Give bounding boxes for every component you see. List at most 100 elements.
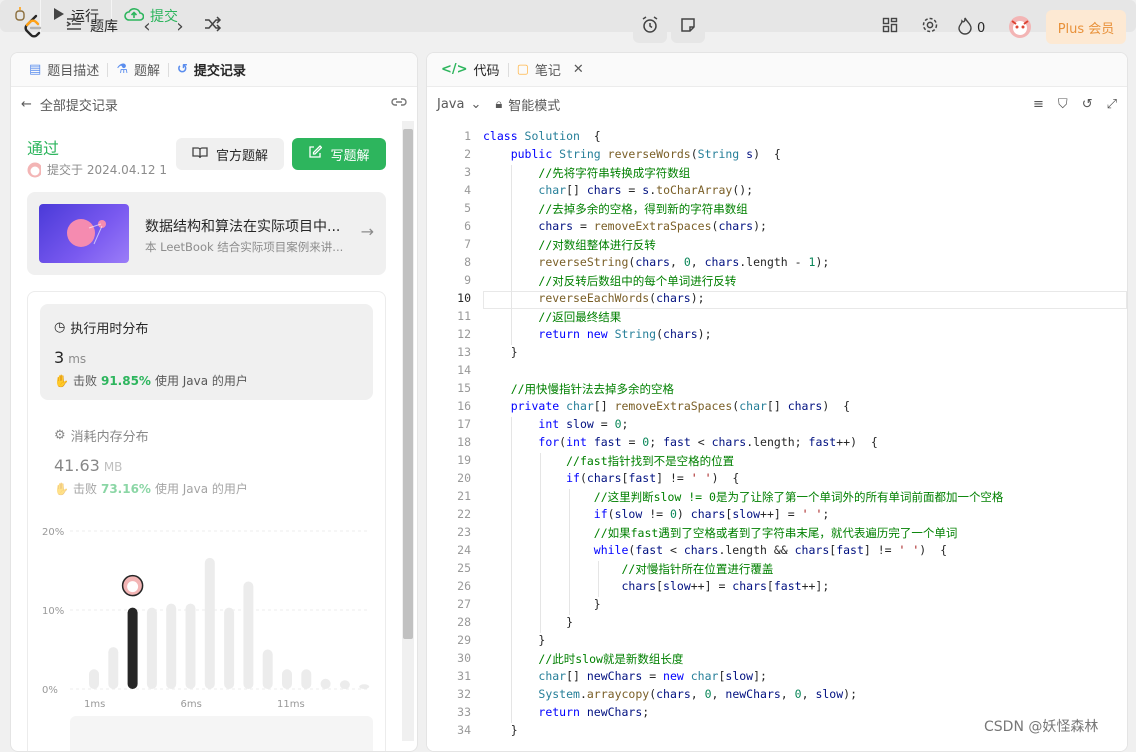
- leetbook-card[interactable]: 数据结构和算法在实际项目中... 本 LeetBook 结合实际项目案例来讲..…: [27, 192, 386, 275]
- language-value: Java: [437, 96, 465, 112]
- right-panel: </> 代码 ▢ 笔记 ✕ Java ⌄ 🔒︎ 智能模式 ≡ ⛉ ↺ ⤢ 1 class S…: [426, 52, 1128, 752]
- code-token: slow: [815, 687, 844, 701]
- reset-icon[interactable]: ↺: [1082, 97, 1093, 112]
- code-token: char: [538, 183, 567, 197]
- chip-icon: ⚙: [54, 428, 66, 443]
- chart-bar: [108, 647, 119, 689]
- back-to-all-submissions[interactable]: ← 全部提交记录: [21, 95, 118, 114]
- tab-code[interactable]: </> 代码: [433, 60, 508, 79]
- code-token: ;: [642, 705, 650, 719]
- runtime-distribution-chart[interactable]: 20% 10% 0% 1ms 6ms 11ms: [32, 514, 372, 744]
- link-icon[interactable]: [391, 96, 407, 112]
- left-tabs: ▤ 题目描述 ⚗ 题解 ↺ 提交记录: [11, 53, 417, 87]
- code-token: );: [697, 327, 712, 341]
- tab-submissions-label: 提交记录: [193, 64, 246, 79]
- runtime-box[interactable]: ◷ 执行用时分布 3 ms ✋ 击败 91.85% 使用 Java 的用户: [40, 304, 373, 400]
- prev-problem-button[interactable]: ‹: [135, 14, 159, 38]
- official-solution-button[interactable]: 官方题解: [176, 138, 284, 170]
- tab-solutions[interactable]: ⚗ 题解: [108, 60, 168, 79]
- submissions-header: ← 全部提交记录: [11, 87, 417, 121]
- code-token: }: [483, 615, 574, 629]
- code-token: slow: [614, 507, 643, 521]
- right-tabs: </> 代码 ▢ 笔记 ✕: [427, 53, 1127, 87]
- line-number: 5: [464, 201, 471, 215]
- code-token: ;: [621, 417, 629, 431]
- note-button[interactable]: [671, 11, 705, 43]
- close-icon[interactable]: ✕: [573, 62, 584, 77]
- code-token: if: [593, 507, 608, 521]
- leetcode-logo[interactable]: [22, 14, 44, 38]
- line-number: 28: [457, 615, 471, 629]
- history-icon: ↺: [176, 62, 188, 77]
- code-token: chars: [663, 327, 698, 341]
- code-line: }: [483, 597, 601, 611]
- timer-button[interactable]: [633, 11, 667, 43]
- problem-bank-button[interactable]: 题库: [66, 16, 118, 36]
- format-icon[interactable]: ≡: [1033, 97, 1044, 112]
- code-token: newChars: [586, 669, 643, 683]
- bookmark-icon[interactable]: ⛉: [1058, 97, 1068, 112]
- language-select[interactable]: Java ⌄: [437, 97, 481, 112]
- fire-icon: [958, 17, 972, 39]
- next-problem-button[interactable]: ›: [168, 14, 192, 38]
- plus-member-button[interactable]: Plus 会员: [1046, 10, 1126, 44]
- memory-beat-percent: 73.16%: [100, 481, 151, 496]
- streak-counter[interactable]: 0: [958, 17, 985, 39]
- code-token: []: [766, 399, 788, 413]
- code-line: chars = removeExtraSpaces(chars);: [483, 219, 767, 233]
- settings-button[interactable]: [919, 16, 941, 38]
- code-token: for: [538, 435, 560, 449]
- code-line: chars[slow++] = chars[fast++];: [483, 579, 829, 593]
- left-scrollbar[interactable]: [402, 121, 414, 741]
- code-token: ,: [690, 687, 705, 701]
- fullscreen-icon[interactable]: ⤢: [1107, 97, 1117, 112]
- code-token: //对反转后数组中的每个单词进行反转: [538, 274, 737, 288]
- code-token: ;: [822, 507, 830, 521]
- code-token: {: [579, 129, 601, 143]
- code-token: ): [676, 507, 691, 521]
- random-problem-button[interactable]: [201, 14, 225, 38]
- streak-count: 0: [977, 20, 986, 36]
- problem-bank-label: 题库: [90, 19, 118, 35]
- tab-description[interactable]: ▤ 题目描述: [21, 60, 107, 79]
- official-solution-label: 官方题解: [215, 148, 268, 164]
- left-panel: ▤ 题目描述 ⚗ 题解 ↺ 提交记录 ← 全部提交记录 通过 提交于 2024.04.…: [10, 52, 418, 752]
- code-token: new: [663, 669, 691, 683]
- tab-submissions[interactable]: ↺ 提交记录: [169, 60, 254, 79]
- code-token: arraycopy: [586, 687, 650, 701]
- line-number: 18: [457, 435, 471, 449]
- code-line: //对反转后数组中的每个单词进行反转: [483, 273, 736, 289]
- line-number: 21: [457, 489, 471, 503]
- layout-button[interactable]: [879, 16, 901, 38]
- code-token: 0: [683, 255, 691, 269]
- code-line: }: [483, 345, 518, 359]
- user-avatar[interactable]: [1008, 15, 1032, 39]
- write-solution-button[interactable]: 写题解: [292, 138, 386, 170]
- code-token: System: [538, 687, 580, 701]
- code-token: if: [566, 471, 580, 485]
- code-token: chars: [711, 435, 747, 449]
- code-line: //去掉多余的空格，得到新的字符串数组: [483, 201, 747, 217]
- code-token: .length &&: [718, 543, 795, 557]
- chart-bar: [301, 669, 312, 689]
- code-line: if(chars[fast] != ' ') {: [483, 471, 739, 485]
- code-token: }: [483, 723, 518, 737]
- smart-mode-toggle[interactable]: 🔒︎ 智能模式: [495, 95, 560, 114]
- line-number: 10: [457, 291, 471, 305]
- runtime-beat-percent: 91.85%: [100, 373, 151, 388]
- code-editor[interactable]: 1 class Solution {2 public String reverse…: [427, 123, 1127, 751]
- y-tick-label: 20%: [42, 527, 64, 538]
- code-token: ,: [690, 255, 705, 269]
- code-token: ) {: [822, 399, 851, 413]
- code-line: }: [483, 723, 518, 737]
- scroll-thumb[interactable]: [403, 129, 413, 639]
- tab-notes[interactable]: ▢ 笔记 ✕: [509, 60, 592, 79]
- code-token: (: [690, 147, 698, 161]
- line-number: 19: [457, 453, 471, 467]
- line-number: 20: [457, 471, 471, 485]
